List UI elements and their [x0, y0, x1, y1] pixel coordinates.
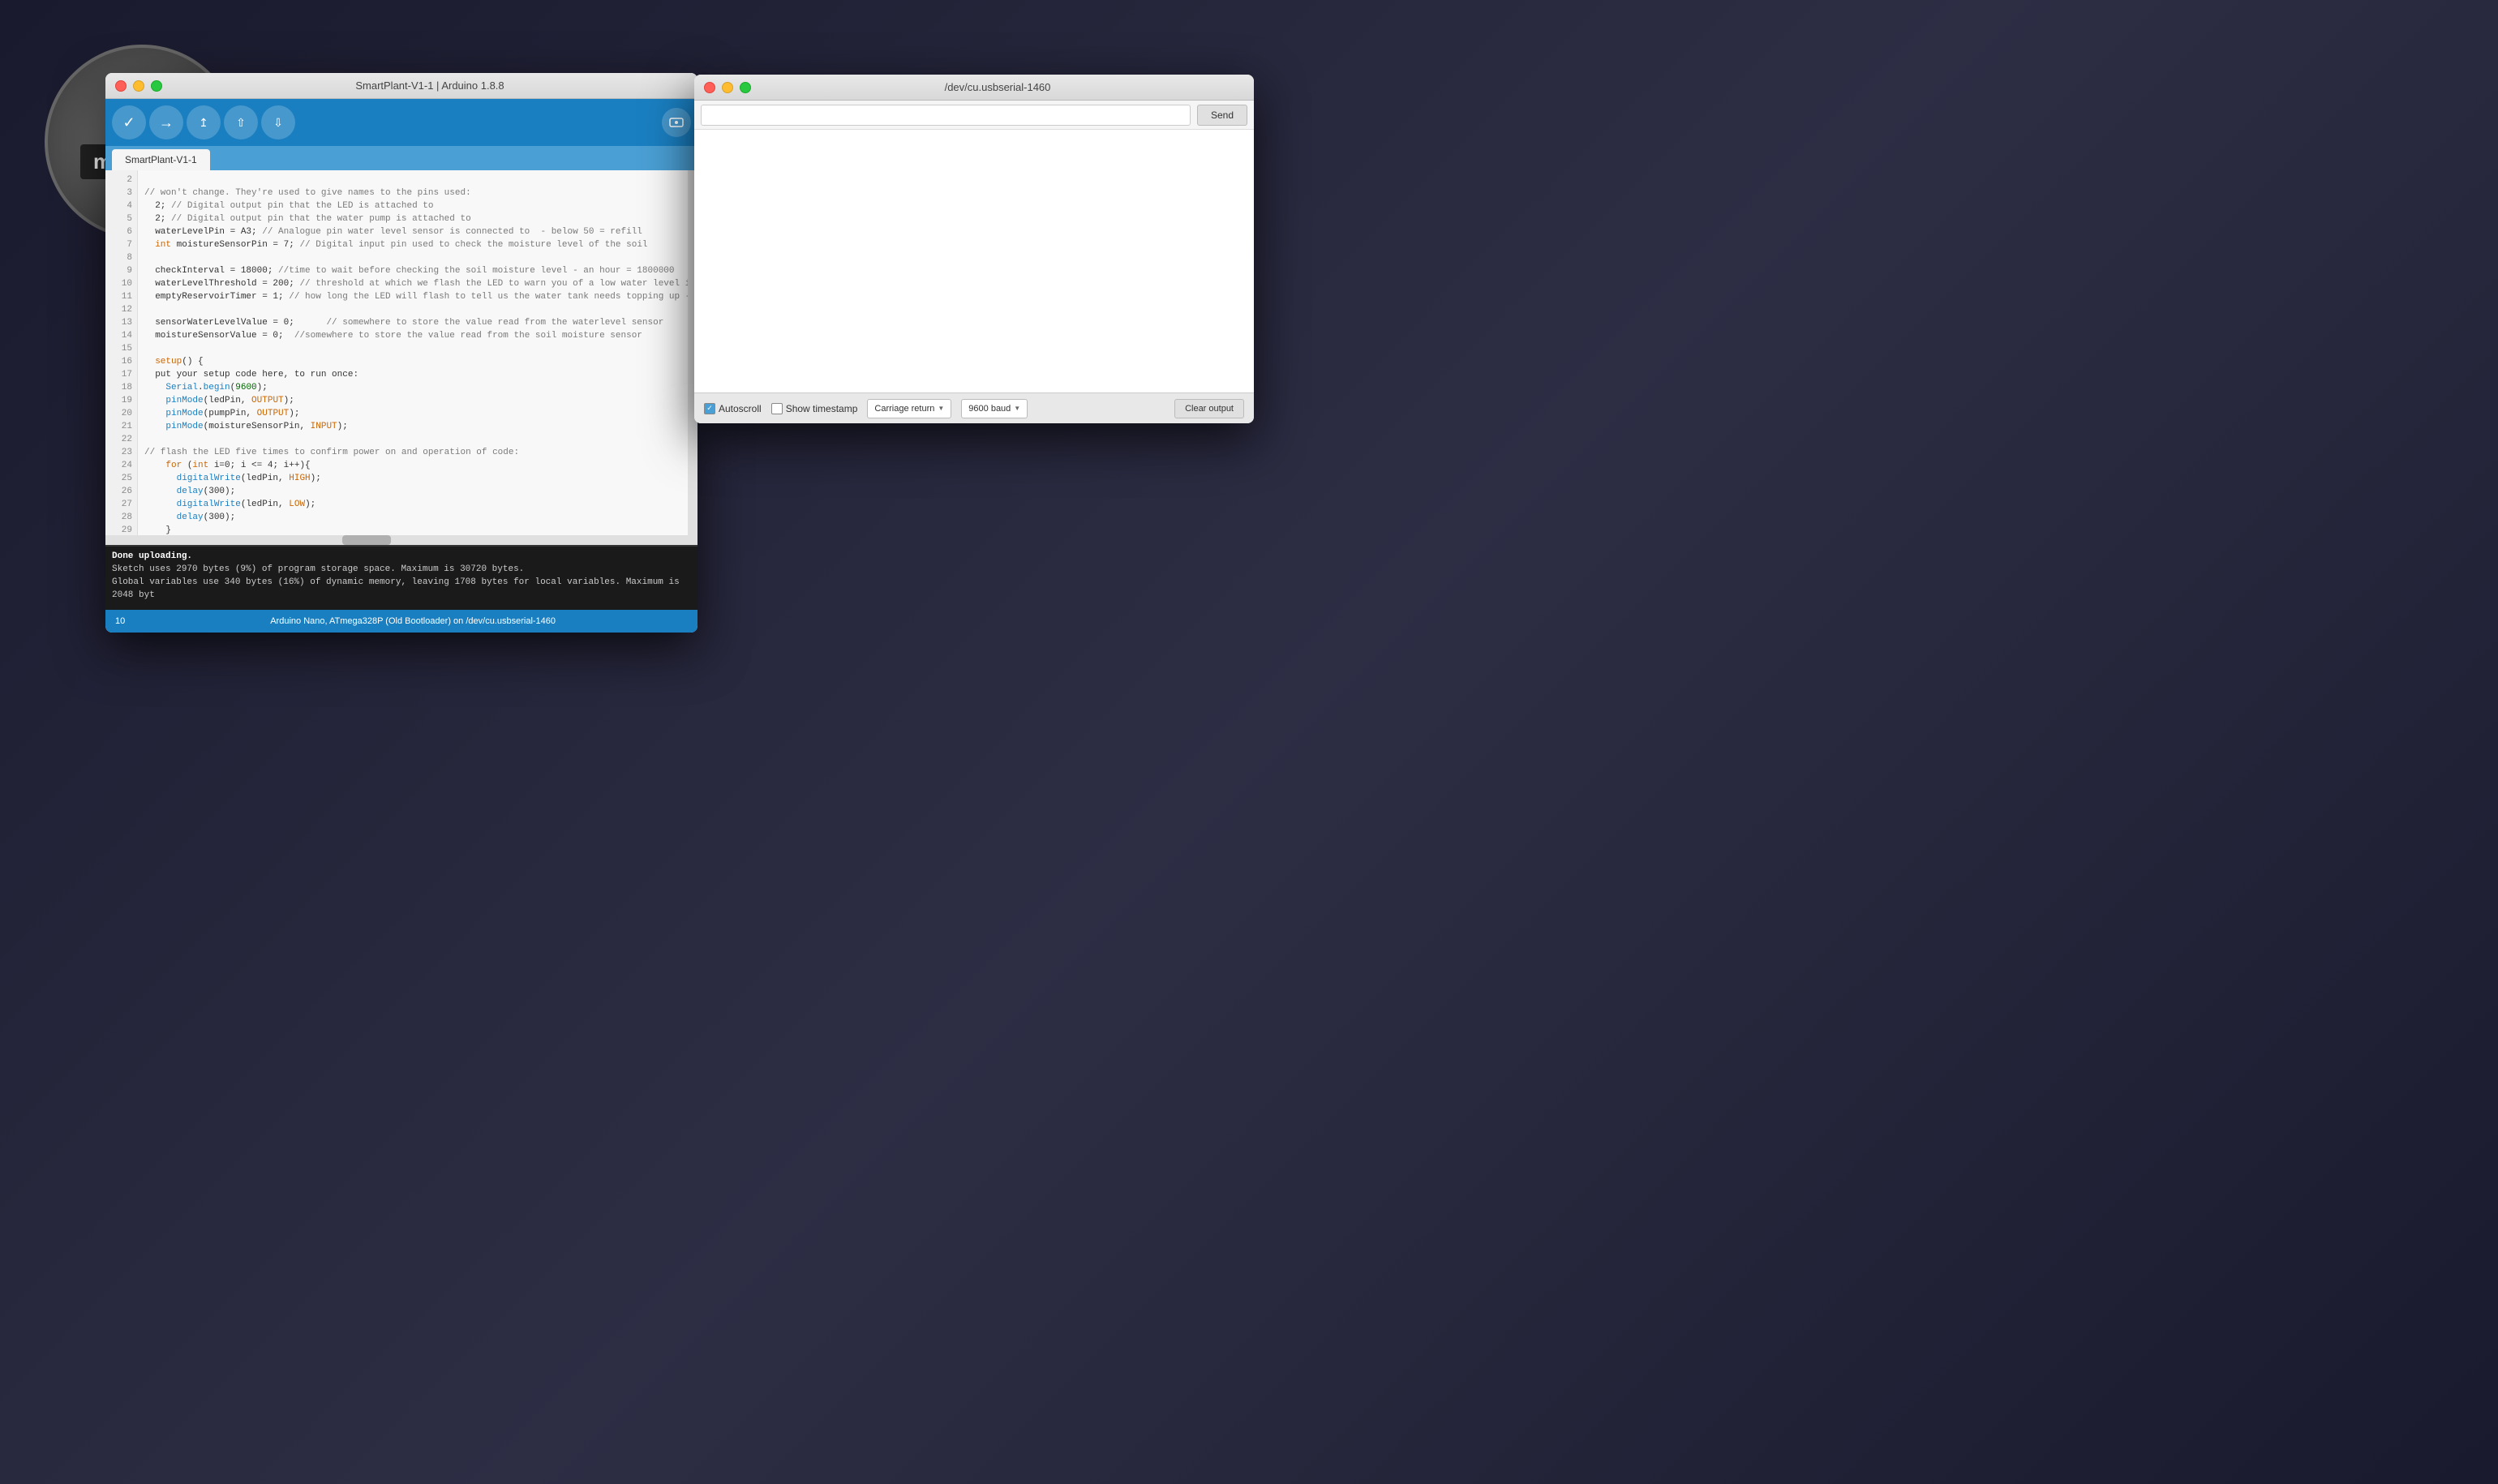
new-button[interactable]: ↥ [187, 105, 221, 139]
carriage-return-arrow-icon: ▼ [938, 405, 944, 412]
serial-send-button[interactable]: Send [1197, 105, 1247, 126]
timestamp-control[interactable]: Show timestamp [771, 403, 858, 414]
carriage-return-label: Carriage return [874, 404, 934, 414]
console-area: Done uploading. Sketch uses 2970 bytes (… [105, 545, 697, 610]
carriage-return-dropdown[interactable]: Carriage return ▼ [867, 399, 951, 418]
baud-rate-dropdown[interactable]: 9600 baud ▼ [961, 399, 1028, 418]
baud-rate-label: 9600 baud [968, 404, 1011, 414]
arduino-tabs: SmartPlant-V1-1 [105, 146, 697, 170]
arduino-ide-window: SmartPlant-V1-1 | Arduino 1.8.8 ✓ → ↥ ⇧ … [105, 73, 697, 633]
open-button[interactable]: ⇧ [224, 105, 258, 139]
maximize-button-serial[interactable] [740, 82, 751, 93]
serial-monitor-button[interactable] [662, 108, 691, 137]
serial-traffic-lights [704, 82, 751, 93]
serial-titlebar: /dev/cu.usbserial-1460 [694, 75, 1254, 101]
save-button[interactable]: ⇩ [261, 105, 295, 139]
status-line-number: 10 [115, 616, 125, 626]
line-numbers: 2 3 4 5 6 7 8 9 10 11 12 13 14 15 16 17 … [105, 170, 138, 535]
scrollbar-thumb[interactable] [342, 535, 391, 545]
timestamp-checkbox[interactable] [771, 403, 783, 414]
arduino-traffic-lights [115, 80, 162, 92]
serial-input-field[interactable] [701, 105, 1191, 126]
autoscroll-label: Autoscroll [719, 403, 762, 414]
desktop: D . I . Y machines SmartPlant-V1-1 | Ard… [0, 0, 2498, 1484]
arduino-toolbar: ✓ → ↥ ⇧ ⇩ [105, 99, 697, 146]
serial-output-area [694, 130, 1254, 392]
console-info-line1: Sketch uses 2970 bytes (9%) of program s… [112, 563, 691, 576]
upload-button[interactable]: → [149, 105, 183, 139]
code-content[interactable]: // won't change. They're used to give na… [138, 170, 688, 535]
arduino-code-area: 2 3 4 5 6 7 8 9 10 11 12 13 14 15 16 17 … [105, 170, 697, 535]
horizontal-scrollbar[interactable] [105, 535, 697, 545]
status-board-info: Arduino Nano, ATmega328P (Old Bootloader… [138, 616, 688, 626]
serial-monitor-window: /dev/cu.usbserial-1460 Send ✓ Autoscroll… [694, 75, 1254, 423]
console-done-line: Done uploading. [112, 550, 691, 563]
minimize-button-arduino[interactable] [133, 80, 144, 92]
serial-window-title: /dev/cu.usbserial-1460 [751, 81, 1244, 93]
autoscroll-checkbox[interactable]: ✓ [704, 403, 715, 414]
serial-input-row: Send [694, 101, 1254, 130]
arduino-status-bar: 10 Arduino Nano, ATmega328P (Old Bootloa… [105, 610, 697, 633]
arduino-titlebar: SmartPlant-V1-1 | Arduino 1.8.8 [105, 73, 697, 99]
close-button-serial[interactable] [704, 82, 715, 93]
arduino-tab-main[interactable]: SmartPlant-V1-1 [112, 149, 210, 170]
minimize-button-serial[interactable] [722, 82, 733, 93]
serial-bottom-bar: ✓ Autoscroll Show timestamp Carriage ret… [694, 392, 1254, 423]
verify-button[interactable]: ✓ [112, 105, 146, 139]
baud-rate-arrow-icon: ▼ [1014, 405, 1020, 412]
autoscroll-control[interactable]: ✓ Autoscroll [704, 403, 762, 414]
arduino-window-title: SmartPlant-V1-1 | Arduino 1.8.8 [172, 79, 688, 92]
maximize-button-arduino[interactable] [151, 80, 162, 92]
console-info-line2: Global variables use 340 bytes (16%) of … [112, 576, 691, 602]
close-button-arduino[interactable] [115, 80, 127, 92]
clear-output-button[interactable]: Clear output [1174, 399, 1244, 418]
timestamp-label: Show timestamp [786, 403, 858, 414]
